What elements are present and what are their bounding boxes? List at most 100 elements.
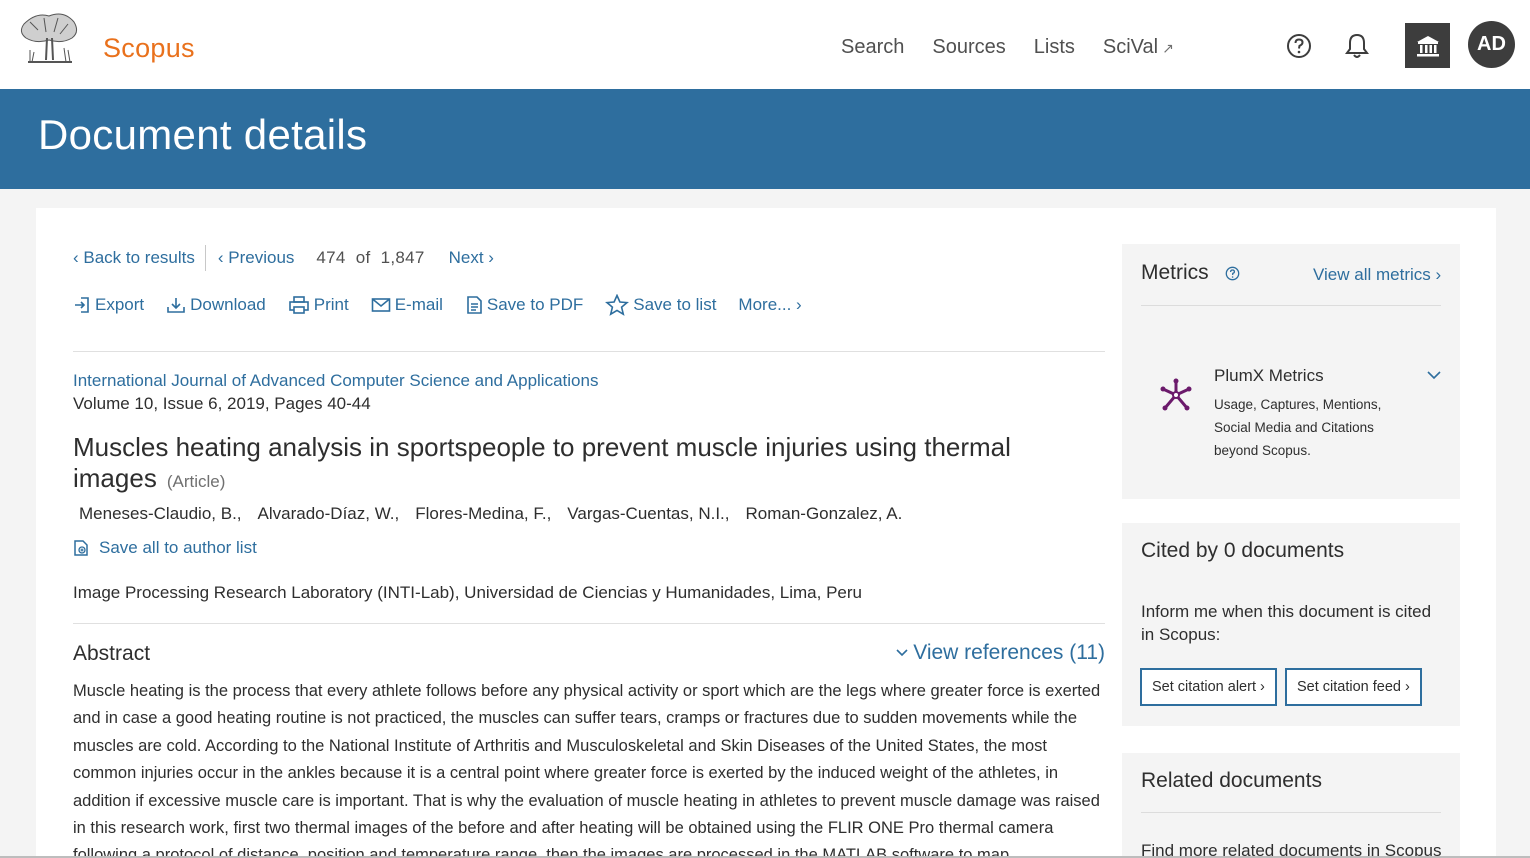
view-all-metrics-link[interactable]: View all metrics › [1313, 265, 1441, 285]
more-label: More... [738, 295, 792, 314]
chevron-down-icon [896, 649, 908, 657]
chevron-left-icon: ‹ [73, 248, 84, 267]
pdf-icon [467, 296, 482, 314]
divider [204, 245, 206, 271]
page-banner: Document details [0, 89, 1530, 189]
result-position: 474 of 1,847 [316, 248, 424, 268]
cited-by-title: Cited by 0 documents [1141, 539, 1345, 562]
save-author-label: Save all to author list [99, 538, 257, 557]
divider [1141, 812, 1441, 813]
chevron-left-icon: ‹ [217, 248, 229, 267]
top-header: Scopus Search Sources Lists SciVal ↗ AD [0, 0, 1530, 89]
export-button[interactable]: Export [73, 295, 144, 315]
previous-link[interactable]: ‹ Previous [218, 248, 295, 268]
result-navigation: ‹ Back to results ‹ Previous 474 of 1,84… [73, 245, 494, 271]
citation-feed-label: Set citation feed [1297, 679, 1401, 695]
download-button[interactable]: Download [166, 295, 266, 315]
chevron-right-icon: › [1255, 679, 1265, 695]
email-icon [371, 298, 391, 312]
print-button[interactable]: Print [288, 295, 349, 315]
nav-search[interactable]: Search [841, 36, 904, 59]
plumx-title[interactable]: PlumX Metrics [1214, 366, 1324, 386]
related-documents-panel: Related documents Find more related docu… [1122, 753, 1460, 858]
citation-alert-label: Set citation alert [1152, 679, 1256, 695]
chevron-right-icon: › [1430, 265, 1442, 284]
author-link[interactable]: Alvarado-Díaz, W., [258, 504, 400, 524]
external-link-icon: ↗ [1162, 40, 1174, 56]
cited-by-panel: Cited by 0 documents Inform me when this… [1122, 523, 1460, 726]
elsevier-tree-logo[interactable] [16, 10, 82, 68]
next-link[interactable]: Next › [449, 248, 494, 268]
abstract-text: Muscle heating is the process that every… [73, 682, 1101, 858]
more-button[interactable]: More... › [738, 295, 801, 315]
chevron-down-icon[interactable] [1426, 370, 1442, 380]
back-to-results-link[interactable]: ‹ Back to results [73, 248, 195, 268]
export-label: Export [95, 295, 145, 314]
nav-sources[interactable]: Sources [932, 36, 1005, 59]
save-list-label: Save to list [633, 295, 717, 314]
page-title: Document details [38, 111, 368, 158]
abstract-heading: Abstract [73, 642, 151, 665]
chevron-right-icon: › [791, 295, 802, 314]
export-icon [75, 297, 89, 313]
plumx-icon [1160, 378, 1192, 411]
view-all-metrics-label: View all metrics [1313, 265, 1431, 284]
volume-info: Volume 10, Issue 6, 2019, Pages 40-44 [73, 394, 371, 413]
print-icon [288, 296, 309, 314]
set-citation-feed-button[interactable]: Set citation feed › [1285, 668, 1422, 706]
author-list: Meneses-Claudio, B., Alvarado-Díaz, W., … [79, 504, 918, 524]
author-link[interactable]: Roman-Gonzalez, A. [746, 504, 903, 524]
save-pdf-label: Save to PDF [486, 295, 584, 314]
institution-icon [1416, 35, 1439, 56]
nav-lists[interactable]: Lists [1034, 36, 1075, 59]
document-toolbar: Export Download Print E-mail Save to PDF… [73, 294, 824, 316]
total-value: 1,847 [380, 248, 425, 267]
author-link[interactable]: Vargas-Cuentas, N.I., [567, 504, 729, 524]
save-to-list-button[interactable]: Save to list [605, 294, 716, 316]
document-type: (Article) [166, 472, 226, 491]
download-icon [167, 298, 185, 313]
user-avatar[interactable]: AD [1468, 21, 1515, 68]
author-link[interactable]: Flores-Medina, F., [415, 504, 551, 524]
divider [73, 351, 1105, 352]
previous-label: Previous [228, 248, 295, 267]
of-label: of [355, 248, 371, 267]
email-button[interactable]: E-mail [371, 295, 443, 315]
back-label: Back to results [83, 248, 195, 267]
next-label: Next [448, 248, 484, 267]
metrics-title: Metrics [1141, 261, 1240, 285]
help-icon[interactable] [1225, 266, 1240, 281]
save-all-to-author-list[interactable]: Save all to author list [73, 538, 257, 558]
position-value: 474 [316, 248, 346, 267]
nav-scival[interactable]: SciVal ↗ [1103, 36, 1174, 59]
related-documents-title: Related documents [1141, 769, 1322, 792]
email-label: E-mail [394, 295, 443, 314]
metrics-panel: Metrics View all metrics › PlumX Metrics… [1122, 244, 1460, 499]
bell-icon[interactable] [1344, 32, 1370, 60]
help-icon[interactable] [1286, 33, 1312, 59]
author-link[interactable]: Meneses-Claudio, B., [79, 504, 242, 524]
chevron-right-icon: › [1401, 679, 1410, 695]
institution-button[interactable] [1405, 23, 1450, 68]
print-label: Print [313, 295, 349, 314]
set-citation-alert-button[interactable]: Set citation alert › [1140, 668, 1277, 706]
document-title: Muscles heating analysis in sportspeople… [73, 432, 1013, 497]
nav-scival-label: SciVal [1102, 36, 1159, 58]
metrics-title-text: Metrics [1141, 261, 1209, 284]
view-references-link[interactable]: View references (11) [895, 641, 1105, 665]
affiliation: Image Processing Research Laboratory (IN… [73, 583, 862, 602]
author-list-icon [74, 540, 88, 556]
save-to-pdf-button[interactable]: Save to PDF [465, 295, 583, 315]
scopus-brand[interactable]: Scopus [103, 33, 195, 64]
journal-link[interactable]: International Journal of Advanced Comput… [73, 371, 598, 391]
star-icon [605, 294, 630, 316]
plumx-description: Usage, Captures, Mentions, Social Media … [1214, 397, 1382, 458]
chevron-right-icon: › [483, 248, 494, 267]
divider [1141, 305, 1441, 306]
top-nav: Search Sources Lists SciVal ↗ [841, 36, 1202, 59]
download-label: Download [190, 295, 266, 314]
divider [73, 623, 1105, 624]
view-references-label: View references (11) [913, 641, 1105, 664]
cited-by-text: Inform me when this document is cited in… [1141, 602, 1432, 644]
document-card: ‹ Back to results ‹ Previous 474 of 1,84… [36, 208, 1496, 858]
